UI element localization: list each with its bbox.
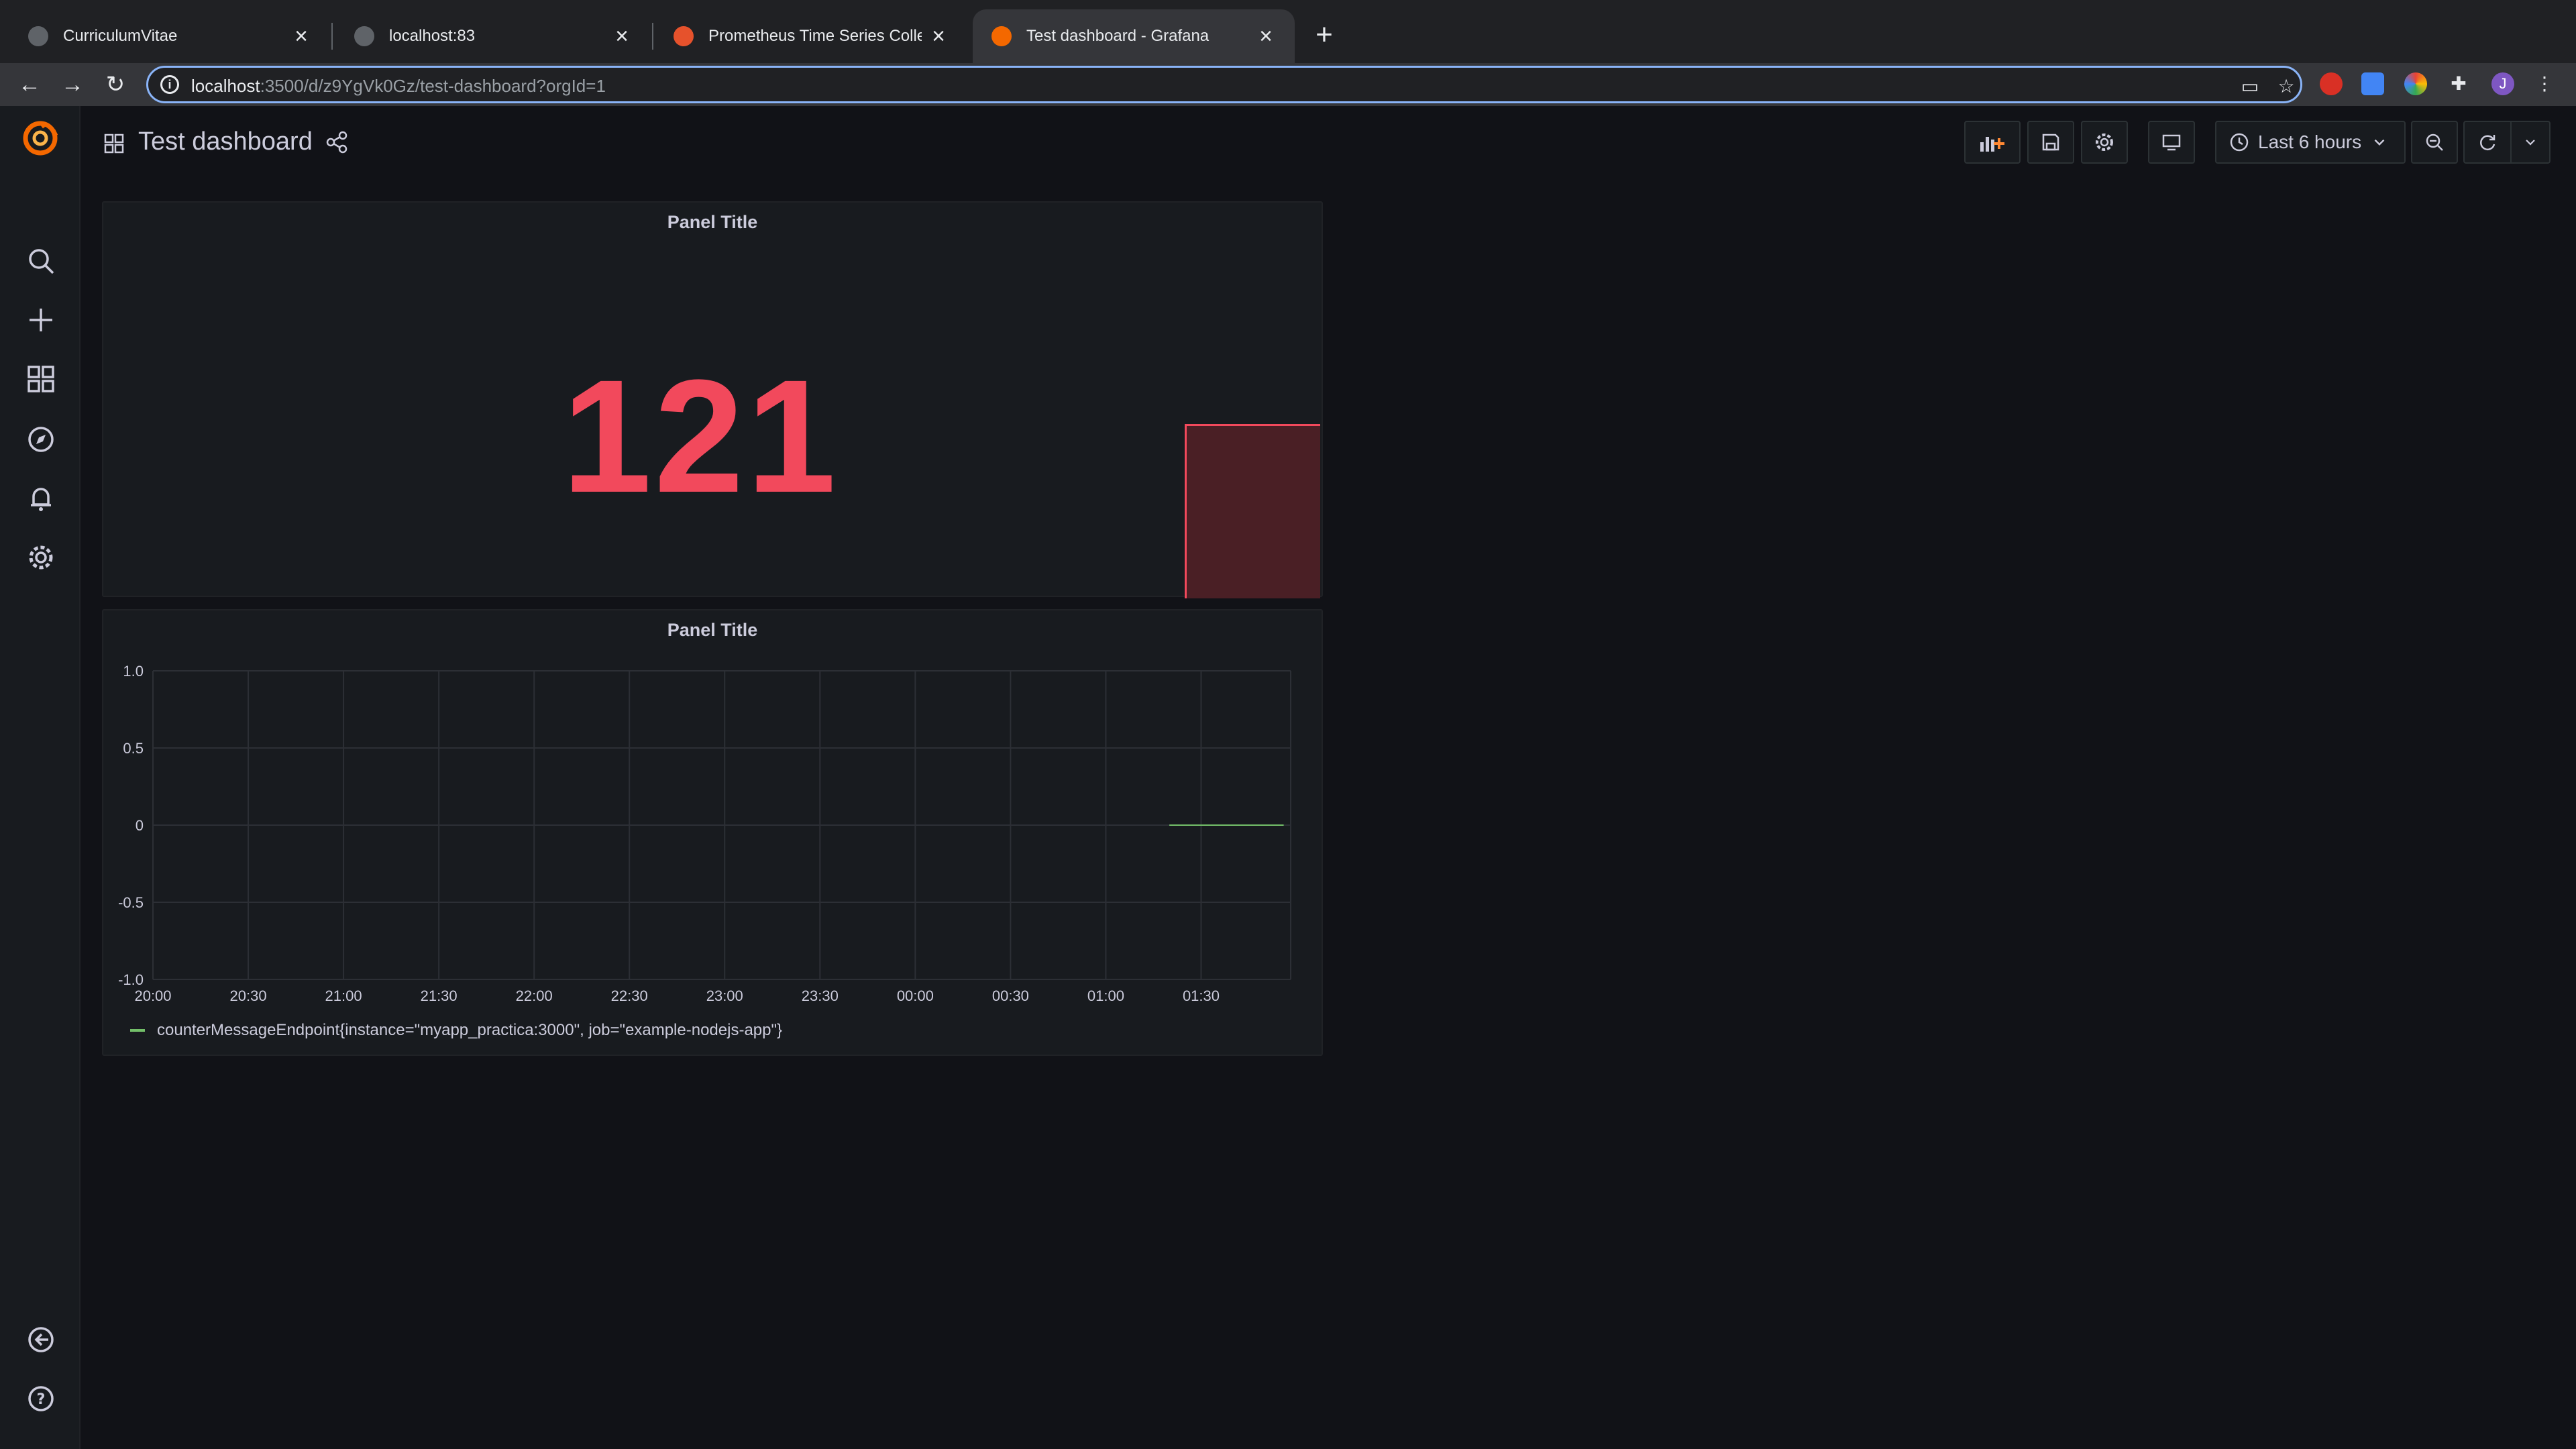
close-tab-icon[interactable]: × xyxy=(612,25,632,48)
profile-avatar[interactable]: J xyxy=(2491,72,2514,95)
sign-out-icon[interactable] xyxy=(25,1324,56,1355)
legend-color-swatch xyxy=(130,1029,145,1032)
chevron-down-icon xyxy=(2374,139,2385,146)
browser-tab-prometheus[interactable]: Prometheus Time Series Collec × xyxy=(655,9,967,63)
address-bar[interactable]: i localhost:3500/d/z9YgVk0Gz/test-dashbo… xyxy=(146,66,2302,103)
time-series-chart[interactable]: 1.0 0.5 0 -0.5 -1.020:00 20:30 21:00 21:30 22:00… xyxy=(103,610,1322,1013)
browser-menu-icon[interactable]: ⋮ xyxy=(2533,72,2556,95)
dashboard-grid-icon xyxy=(103,133,125,154)
cast-icon[interactable]: ▭ xyxy=(2239,75,2261,98)
x-tick-label: 23:30 xyxy=(802,987,839,1004)
extension-shield-icon[interactable] xyxy=(2320,72,2343,95)
x-tick-label: 01:00 xyxy=(1087,987,1124,1004)
browser-toolbar: ← → ↻ i localhost:3500/d/z9YgVk0Gz/test-… xyxy=(0,63,2576,106)
x-tick-label: 20:30 xyxy=(230,987,267,1004)
save-dashboard-button[interactable] xyxy=(2027,121,2074,164)
search-icon[interactable] xyxy=(25,246,56,276)
help-icon[interactable]: ? xyxy=(25,1383,56,1414)
refresh-interval-dropdown[interactable] xyxy=(2510,121,2551,164)
tab-title: CurriculumVitae xyxy=(63,27,178,45)
grafana-side-menu: ? xyxy=(0,106,80,1449)
forward-button[interactable]: → xyxy=(56,68,89,101)
browser-tab-bar: CurriculumVitae × localhost:83 × Prometh… xyxy=(0,0,2576,63)
globe-icon xyxy=(354,26,374,46)
tab-title: Test dashboard - Grafana xyxy=(1026,27,1210,45)
prometheus-icon xyxy=(674,26,694,46)
close-tab-icon[interactable]: × xyxy=(1256,25,1276,48)
y-tick-label: 1.0 xyxy=(123,663,144,680)
configuration-gear-icon[interactable] xyxy=(25,542,56,573)
time-range-picker[interactable]: Last 6 hours xyxy=(2215,121,2406,164)
dashboard-title[interactable]: Test dashboard xyxy=(138,127,313,156)
x-tick-label: 22:00 xyxy=(516,987,553,1004)
x-tick-label: 21:00 xyxy=(325,987,362,1004)
dashboard-settings-button[interactable] xyxy=(2081,121,2128,164)
create-plus-icon[interactable] xyxy=(25,305,56,335)
close-tab-icon[interactable]: × xyxy=(928,25,949,48)
browser-tab-localhost83[interactable]: localhost:83 × xyxy=(335,9,651,63)
svg-text:?: ? xyxy=(37,1391,46,1408)
globe-icon xyxy=(28,26,48,46)
time-range-label: Last 6 hours xyxy=(2258,131,2362,152)
x-tick-label: 21:30 xyxy=(421,987,458,1004)
tab-separator xyxy=(652,23,653,50)
tab-separator xyxy=(331,23,333,50)
x-tick-label: 00:30 xyxy=(992,987,1029,1004)
x-tick-label: 20:00 xyxy=(134,987,171,1004)
share-icon[interactable] xyxy=(325,130,349,154)
stat-value: 121 xyxy=(561,346,839,526)
x-tick-label: 22:30 xyxy=(611,987,648,1004)
color-extension-icon[interactable] xyxy=(2404,72,2427,95)
chart-legend[interactable]: counterMessageEndpoint{instance="myapp_p… xyxy=(130,1021,782,1040)
refresh-button[interactable] xyxy=(2463,121,2510,164)
tab-title: localhost:83 xyxy=(389,27,476,45)
grafana-logo-icon[interactable] xyxy=(20,118,60,158)
dashboard-header: Test dashboard Last 6 hours xyxy=(80,106,2576,180)
new-tab-button[interactable]: + xyxy=(1308,19,1340,51)
reload-button[interactable]: ↻ xyxy=(99,68,131,101)
dashboards-grid-icon[interactable] xyxy=(25,364,56,394)
url-text: localhost:3500/d/z9YgVk0Gz/test-dashboar… xyxy=(191,76,606,96)
x-tick-label: 01:30 xyxy=(1183,987,1220,1004)
extensions-puzzle-icon[interactable]: ✚ xyxy=(2447,72,2470,95)
close-tab-icon[interactable]: × xyxy=(291,25,311,48)
site-info-icon[interactable]: i xyxy=(160,75,179,94)
grafana-icon xyxy=(991,26,1012,46)
tab-title: Prometheus Time Series Collec xyxy=(708,27,922,45)
browser-tab-grafana[interactable]: Test dashboard - Grafana × xyxy=(973,9,1295,63)
x-tick-label: 00:00 xyxy=(897,987,934,1004)
browser-tab-curriculumvitae[interactable]: CurriculumVitae × xyxy=(9,9,330,63)
stat-sparkline-area xyxy=(1185,424,1320,598)
clock-icon xyxy=(2230,133,2249,152)
y-tick-label: 0.5 xyxy=(123,740,144,757)
bookmark-star-icon[interactable]: ☆ xyxy=(2275,75,2298,98)
graph-panel[interactable]: Panel Title 1.0 0.5 0 -0.5 -1.0 20:00 20:30 21:… xyxy=(102,609,1323,1056)
x-tick-label: 23:00 xyxy=(706,987,743,1004)
y-tick-label: -1.0 xyxy=(118,971,144,988)
chevron-down-icon xyxy=(2526,140,2535,146)
translate-extension-icon[interactable] xyxy=(2361,72,2384,95)
y-tick-label: 0 xyxy=(136,817,144,834)
y-tick-label: -0.5 xyxy=(118,894,144,911)
stat-panel[interactable]: Panel Title 121 xyxy=(102,201,1323,598)
back-button[interactable]: ← xyxy=(13,68,46,101)
alerting-bell-icon[interactable] xyxy=(25,483,56,514)
legend-series-label[interactable]: counterMessageEndpoint{instance="myapp_p… xyxy=(157,1021,782,1040)
explore-compass-icon[interactable] xyxy=(25,424,56,455)
add-panel-button[interactable] xyxy=(1964,121,2021,164)
zoom-out-button[interactable] xyxy=(2411,121,2458,164)
tv-mode-button[interactable] xyxy=(2148,121,2195,164)
panel-title[interactable]: Panel Title xyxy=(103,212,1322,233)
